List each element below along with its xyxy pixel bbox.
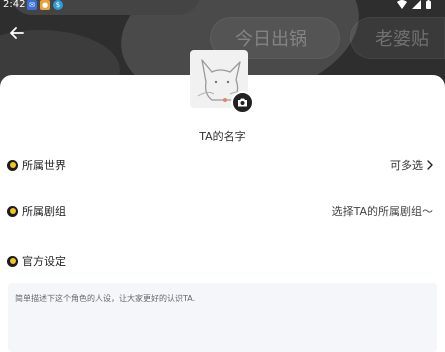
- back-arrow-icon: [10, 27, 24, 39]
- chevron-right-icon: [427, 160, 433, 170]
- camera-button[interactable]: [231, 91, 254, 114]
- setting-description-input[interactable]: 简单描述下这个角色的人设，让大家更好的认识TA.: [8, 283, 437, 352]
- world-row[interactable]: 所属世界 可多选: [0, 155, 445, 175]
- camera-icon: [238, 98, 247, 107]
- app-notification-icon: ●: [40, 0, 50, 10]
- app-notification-icon: ✉: [27, 0, 37, 10]
- setting-row: 官方设定: [0, 251, 445, 271]
- world-value: 可多选: [390, 159, 423, 172]
- battery-icon: [426, 0, 431, 9]
- group-value: 选择TA的所属剧组～: [331, 205, 433, 218]
- app-notification-icon: $: [53, 0, 63, 10]
- status-bar: 2:42 ✉ ● $: [0, 0, 445, 12]
- bullet-icon: [7, 205, 18, 217]
- setting-placeholder: 简单描述下这个角色的人设，让大家更好的认识TA.: [15, 294, 196, 303]
- status-time: 2:42: [3, 0, 26, 10]
- character-name-input[interactable]: TA的名字: [0, 128, 445, 144]
- group-label: 所属剧组: [22, 205, 66, 218]
- bullet-icon: [7, 159, 18, 171]
- notification-icons: ✉ ● $: [27, 0, 63, 10]
- group-row[interactable]: 所属剧组 选择TA的所属剧组～: [0, 201, 445, 221]
- world-label: 所属世界: [22, 159, 66, 172]
- wifi-icon: [397, 0, 407, 9]
- setting-label: 官方设定: [22, 255, 66, 268]
- signal-icon: [412, 0, 421, 9]
- category-chip[interactable]: 老婆贴: [350, 17, 445, 59]
- bullet-icon: [7, 255, 18, 267]
- system-icons: [397, 0, 431, 9]
- back-button[interactable]: [8, 24, 26, 42]
